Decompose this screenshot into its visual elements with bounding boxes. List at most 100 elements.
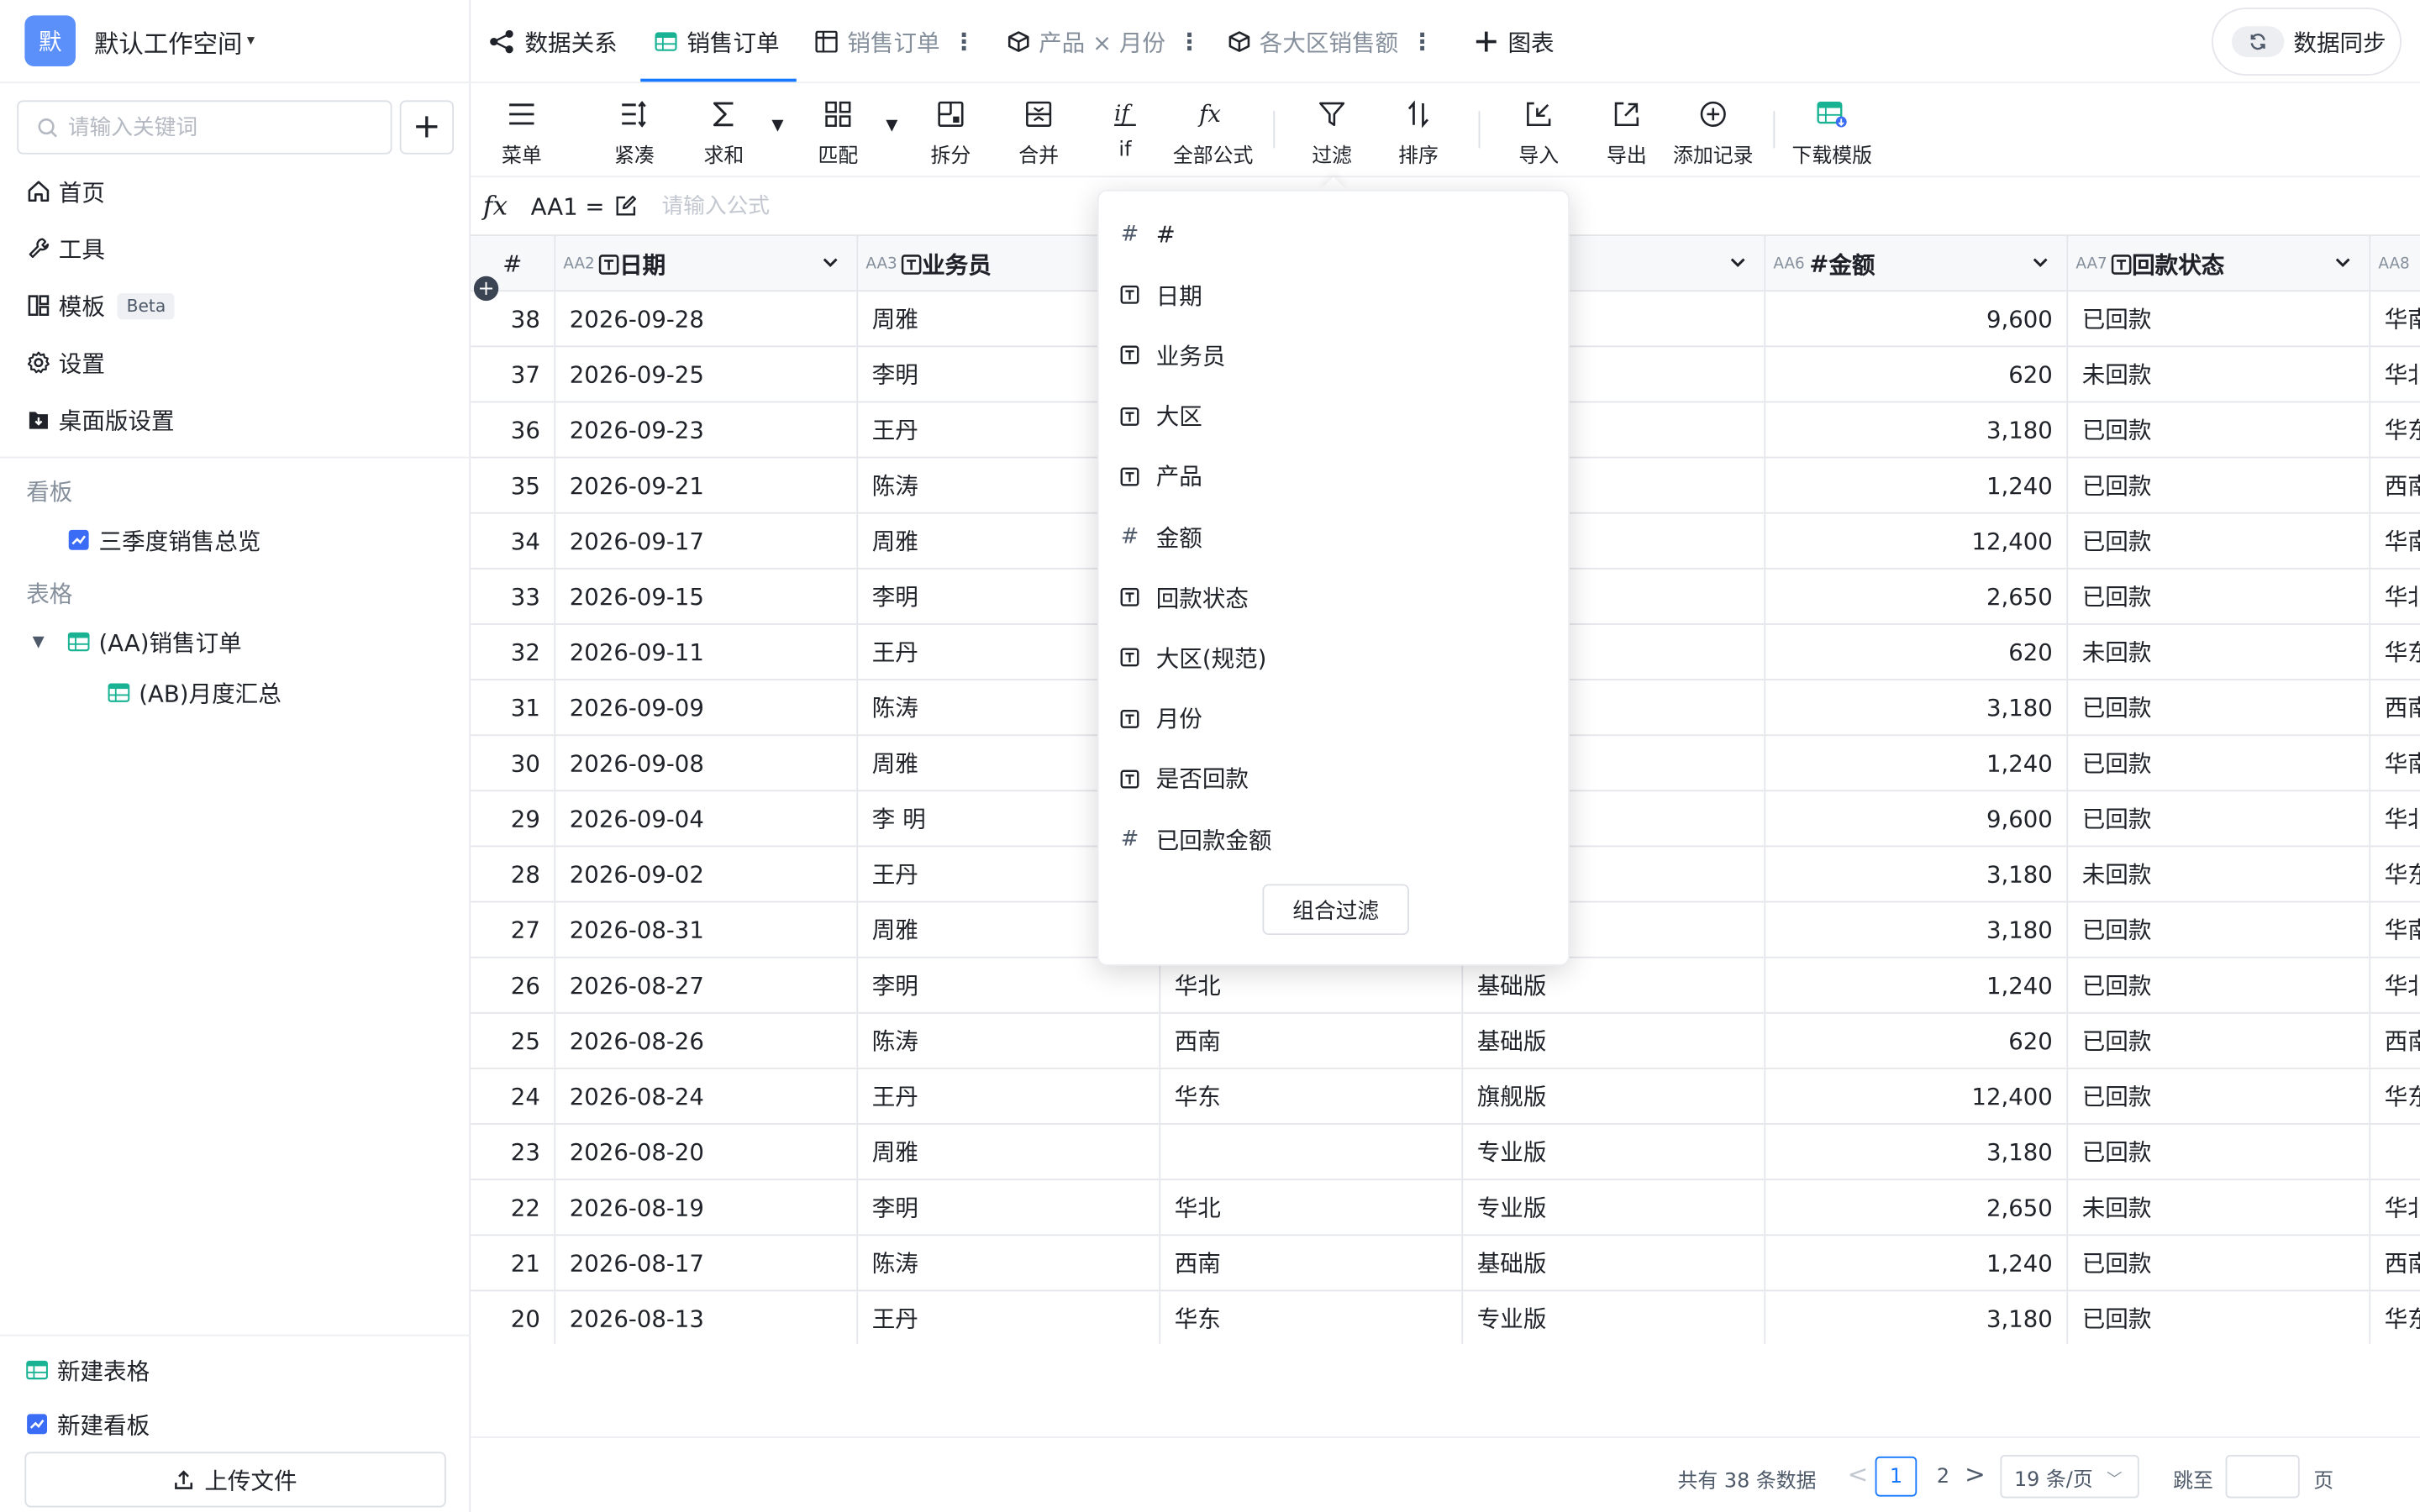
nav-item-home[interactable]: 首页: [26, 171, 105, 212]
table-cell[interactable]: 专业版: [1463, 1124, 1766, 1179]
table-cell[interactable]: 2026-09-25: [555, 347, 859, 402]
table-cell[interactable]: 西南: [2370, 1014, 2420, 1068]
table-cell[interactable]: 2026-09-08: [555, 736, 859, 790]
new-board-button[interactable]: 新建看板: [26, 1405, 150, 1442]
table-cell[interactable]: 李明: [858, 958, 1161, 1012]
table-cell[interactable]: 已回款: [2068, 958, 2371, 1012]
if-button[interactable]: if if: [1111, 96, 1139, 162]
add-button[interactable]: +: [399, 100, 455, 155]
table-cell[interactable]: [2370, 1125, 2420, 1179]
table-cell[interactable]: 西南: [1160, 1013, 1464, 1068]
table-cell[interactable]: 2,650: [1765, 569, 2069, 624]
data-sync-button[interactable]: 数据同步: [2212, 8, 2402, 76]
table-cell[interactable]: 已回款: [2068, 402, 2371, 457]
table-cell[interactable]: 2026-08-17: [555, 1236, 859, 1290]
menu-button[interactable]: 菜单: [502, 96, 542, 168]
page-size-select[interactable]: 19 条/页 ﹀: [2000, 1455, 2139, 1499]
table-cell[interactable]: 西南: [2370, 1236, 2420, 1289]
sort-button[interactable]: 排序: [1398, 96, 1439, 168]
table-cell[interactable]: 已回款: [2068, 569, 2371, 624]
table-cell[interactable]: 陈涛: [858, 1013, 1161, 1068]
table-cell[interactable]: 基础版: [1463, 1236, 1766, 1290]
jump-page-input[interactable]: [2225, 1455, 2300, 1499]
table-cell[interactable]: 已回款: [2068, 1291, 2371, 1344]
export-button[interactable]: 导出: [1607, 96, 1647, 168]
table-cell[interactable]: 2026-09-09: [555, 680, 859, 735]
new-table-button[interactable]: 新建表格: [26, 1352, 150, 1389]
tab-data-relations[interactable]: 数据关系: [487, 0, 618, 83]
filter-field-item[interactable]: 大区(规范): [1099, 633, 1571, 683]
table-cell[interactable]: 已回款: [2068, 1013, 2371, 1068]
table-cell[interactable]: 华东: [2370, 402, 2420, 456]
table-cell[interactable]: 1,240: [1765, 958, 2069, 1012]
prev-page-icon[interactable]: <: [1848, 1460, 1869, 1489]
compact-button[interactable]: 紧凑: [614, 96, 655, 168]
table-cell[interactable]: 3,180: [1765, 1291, 2069, 1344]
filter-field-item[interactable]: # 金额: [1099, 512, 1571, 562]
table-cell[interactable]: 已回款: [2068, 458, 2371, 512]
table-cell[interactable]: 华东: [1160, 1291, 1464, 1344]
table-cell[interactable]: 已回款: [2068, 791, 2371, 846]
table-cell[interactable]: 9,600: [1765, 291, 2069, 346]
table-cell[interactable]: 2026-08-31: [555, 902, 859, 957]
table-cell[interactable]: 华东: [2370, 625, 2420, 679]
table-cell[interactable]: 3,180: [1765, 847, 2069, 901]
table-cell[interactable]: 陈涛: [858, 1236, 1161, 1290]
table-row[interactable]: 23 2026-08-20 周雅 专业版 3,180 已回款: [471, 1124, 2420, 1181]
table-cell[interactable]: 已回款: [2068, 1068, 2371, 1124]
more-icon[interactable]: ⋮: [952, 28, 976, 55]
table-cell[interactable]: 华东: [1160, 1068, 1464, 1124]
table-cell[interactable]: 西南: [1160, 1236, 1464, 1290]
table-cell[interactable]: 12,400: [1765, 513, 2069, 568]
table-cell[interactable]: 未回款: [2068, 347, 2371, 402]
table-cell[interactable]: 华南: [2370, 291, 2420, 345]
table-cell[interactable]: 2026-08-24: [555, 1068, 859, 1124]
next-page-icon[interactable]: >: [1965, 1460, 1986, 1489]
table-cell[interactable]: 专业版: [1463, 1180, 1766, 1235]
table-row[interactable]: 252026-08-26陈涛西南基础版620已回款西南: [471, 1013, 2420, 1069]
table-cell[interactable]: 2026-09-02: [555, 847, 859, 901]
table-cell[interactable]: 王丹: [858, 1068, 1161, 1124]
table-row[interactable]: 262026-08-27李明华北基础版1,240已回款华北: [471, 958, 2420, 1014]
filter-field-item[interactable]: 日期: [1099, 270, 1571, 320]
table-cell[interactable]: 已回款: [2068, 1124, 2371, 1179]
combined-filter-button[interactable]: 组合过滤: [1262, 884, 1409, 936]
table-cell[interactable]: 未回款: [2068, 847, 2371, 901]
table-row[interactable]: 222026-08-19李明华北专业版2,650未回款华北: [471, 1180, 2420, 1236]
table-cell[interactable]: 李明: [858, 1180, 1161, 1235]
add-record-button[interactable]: 添加记录: [1673, 96, 1754, 168]
import-button[interactable]: 导入: [1518, 96, 1559, 168]
table-cell[interactable]: 2026-09-17: [555, 513, 859, 568]
table-cell[interactable]: 1,240: [1765, 1236, 2069, 1290]
table-row[interactable]: 212026-08-17陈涛西南基础版1,240已回款西南: [471, 1236, 2420, 1292]
more-icon[interactable]: ⋮: [1411, 28, 1434, 55]
table-cell[interactable]: 华北: [1160, 1180, 1464, 1235]
search-box[interactable]: [17, 100, 392, 155]
table-cell[interactable]: 王丹: [858, 1291, 1161, 1344]
add-chart-tab[interactable]: 图表: [1474, 0, 1555, 83]
all-formula-button[interactable]: fx 全部公式: [1173, 96, 1254, 168]
table-cell[interactable]: 2026-09-23: [555, 402, 859, 457]
table-cell[interactable]: 基础版: [1463, 1013, 1766, 1068]
chevron-down-icon[interactable]: [819, 251, 841, 273]
table-cell[interactable]: 华北: [1160, 958, 1464, 1012]
table-row[interactable]: 242026-08-24王丹华东旗舰版12,400已回款华东: [471, 1068, 2420, 1125]
filter-field-item[interactable]: 业务员: [1099, 331, 1571, 381]
chevron-down-icon[interactable]: ▼: [771, 118, 783, 134]
board-item[interactable]: 三季度销售总览: [68, 520, 260, 560]
table-cell[interactable]: 未回款: [2068, 1180, 2371, 1235]
match-button[interactable]: 匹配: [818, 96, 858, 168]
workspace-switcher[interactable]: 默 默认工作空间 ▾: [0, 0, 471, 84]
table-cell[interactable]: 3,180: [1765, 902, 2069, 957]
table-cell[interactable]: 已回款: [2068, 291, 2371, 346]
table-cell[interactable]: 已回款: [2068, 902, 2371, 957]
table-cell[interactable]: 西南: [2370, 459, 2420, 512]
table-cell[interactable]: 华北: [2370, 1180, 2420, 1234]
filter-field-item[interactable]: 是否回款: [1099, 754, 1571, 804]
table-cell[interactable]: 已回款: [2068, 680, 2371, 735]
table-cell[interactable]: 3,180: [1765, 680, 2069, 735]
filter-field-item[interactable]: 大区: [1099, 391, 1571, 441]
table-cell[interactable]: 2026-08-26: [555, 1013, 859, 1068]
merge-button[interactable]: 合并: [1018, 96, 1059, 168]
table-row[interactable]: 202026-08-13王丹华东专业版3,180已回款华东: [471, 1291, 2420, 1344]
